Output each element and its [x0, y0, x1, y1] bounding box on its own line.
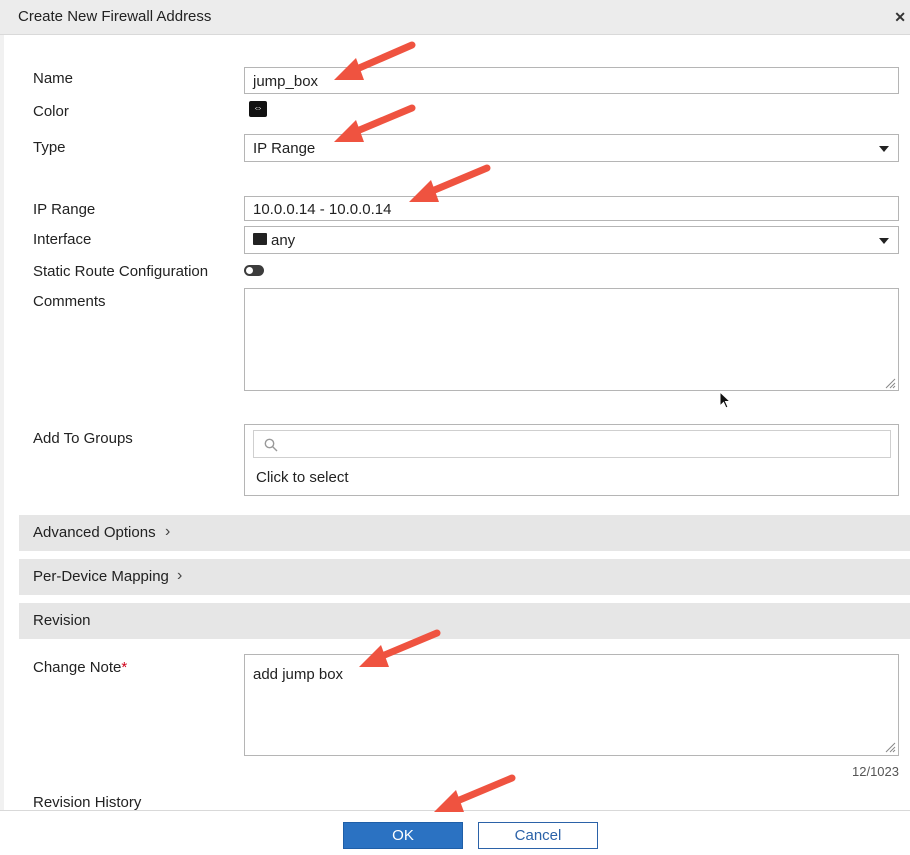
static-route-label: Static Route Configuration — [33, 263, 209, 280]
resize-grip-icon[interactable] — [884, 741, 896, 753]
groups-hint[interactable]: Click to select — [256, 469, 349, 486]
revision-history-label: Revision History — [33, 794, 142, 811]
annotation-arrow-icon — [434, 774, 516, 812]
name-label: Name — [33, 70, 74, 87]
ip-range-label: IP Range — [33, 201, 96, 218]
type-label: Type — [33, 139, 66, 156]
change-note-textarea[interactable]: add jump box — [244, 654, 899, 756]
chevron-right-icon: › — [177, 567, 183, 584]
toggle-knob — [246, 267, 253, 274]
per-device-mapping-label: Per-Device Mapping — [33, 568, 169, 585]
interface-icon — [253, 233, 267, 245]
annotation-arrow-icon — [359, 629, 441, 667]
add-to-groups-label: Add To Groups — [33, 430, 133, 447]
type-value: IP Range — [253, 140, 316, 157]
interface-select[interactable]: any — [244, 226, 899, 254]
required-mark: * — [121, 659, 128, 676]
advanced-options-label: Advanced Options — [33, 524, 156, 541]
ip-range-input[interactable]: 10.0.0.14 - 10.0.0.14 — [244, 196, 899, 221]
dialog-titlebar: Create New Firewall Address ✕ — [0, 0, 910, 35]
groups-search-input[interactable] — [253, 430, 891, 458]
annotation-arrow-icon — [409, 164, 491, 202]
ok-button[interactable]: OK — [343, 822, 463, 849]
per-device-mapping-section[interactable]: Per-Device Mapping › — [19, 559, 910, 595]
add-to-groups-box[interactable]: Click to select — [244, 424, 899, 496]
static-route-toggle[interactable] — [244, 265, 264, 276]
annotation-arrow-icon — [334, 41, 416, 80]
change-note-label: Change Note* — [33, 659, 127, 676]
revision-label: Revision — [33, 612, 91, 629]
dialog-title: Create New Firewall Address — [18, 8, 212, 25]
search-icon — [264, 438, 278, 452]
comments-textarea[interactable] — [244, 288, 899, 391]
annotation-arrow-icon — [334, 104, 416, 142]
resize-grip-icon[interactable] — [884, 377, 896, 389]
close-icon[interactable]: ✕ — [894, 9, 906, 26]
revision-section: Revision — [19, 603, 910, 639]
comments-label: Comments — [33, 293, 106, 310]
color-label: Color — [33, 103, 69, 120]
color-swatch-icon[interactable]: ⇔ — [249, 101, 267, 117]
char-counter: 12/1023 — [852, 764, 899, 779]
chevron-down-icon — [879, 146, 889, 152]
change-note-label-text: Change Note — [33, 659, 122, 676]
left-edge — [0, 35, 4, 855]
interface-label: Interface — [33, 231, 92, 248]
chevron-down-icon — [879, 238, 889, 244]
interface-value: any — [271, 232, 296, 249]
chevron-right-icon: › — [165, 523, 171, 540]
cancel-button[interactable]: Cancel — [478, 822, 598, 849]
mouse-cursor-icon — [719, 390, 732, 409]
advanced-options-section[interactable]: Advanced Options › — [19, 515, 910, 551]
